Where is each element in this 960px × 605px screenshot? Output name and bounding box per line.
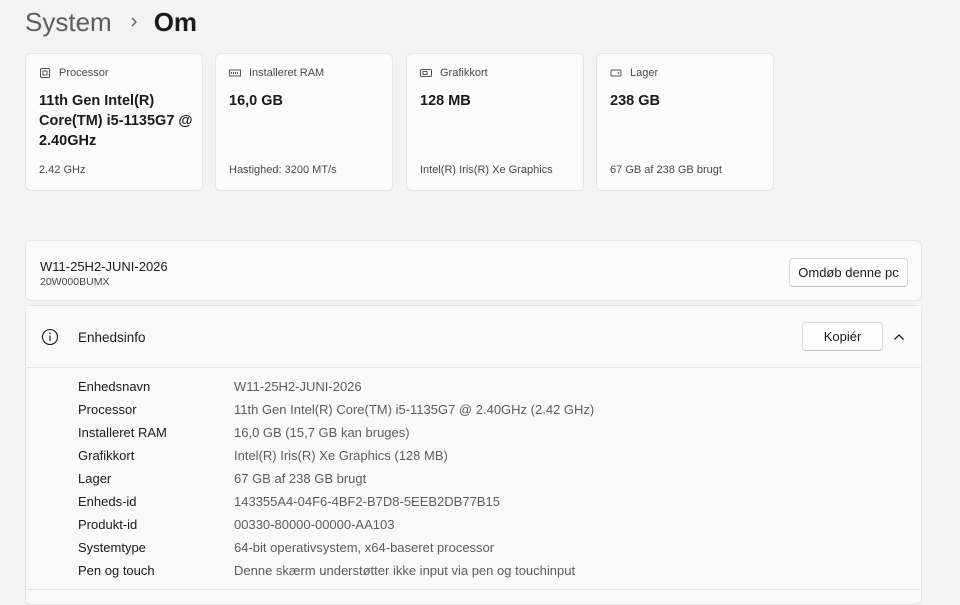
pc-name-card: W11-25H2-JUNI-2026 20W000BUMX Omdøb denn…	[25, 240, 922, 301]
info-row-value: 64-bit operativsystem, x64-baseret proce…	[234, 540, 495, 555]
ram-icon	[229, 67, 241, 79]
spec-card-processor: Processor 11th Gen Intel(R) Core(TM) i5-…	[25, 53, 203, 191]
info-row-value: 11th Gen Intel(R) Core(TM) i5-1135G7 @ 2…	[234, 402, 595, 417]
card-label: Installeret RAM	[249, 67, 325, 79]
pc-model: 20W000BUMX	[40, 276, 110, 288]
info-row-label: Enheds-id	[78, 494, 137, 509]
processor-icon	[39, 67, 51, 79]
info-row-value: Intel(R) Iris(R) Xe Graphics (128 MB)	[234, 448, 448, 463]
graphics-card-icon	[420, 67, 432, 79]
info-row-label: Processor	[78, 402, 137, 417]
card-subtext: Hastighed: 3200 MT/s	[229, 164, 337, 176]
spec-card-graphics: Grafikkort 128 MB Intel(R) Iris(R) Xe Gr…	[406, 53, 584, 191]
info-row-label: Enhedsnavn	[78, 379, 151, 394]
info-row-label: Grafikkort	[78, 448, 135, 463]
section-divider	[25, 589, 922, 590]
card-label: Grafikkort	[440, 67, 488, 79]
card-subtext: Intel(R) Iris(R) Xe Graphics	[420, 164, 553, 176]
spec-card-ram: Installeret RAM 16,0 GB Hastighed: 3200 …	[215, 53, 393, 191]
info-row-label: Installeret RAM	[78, 425, 167, 440]
breadcrumb: System Om	[25, 4, 197, 40]
spec-card-storage: Lager 238 GB 67 GB af 238 GB brugt	[596, 53, 774, 191]
device-info-section: Enhedsinfo Kopiér Enhedsnavn W11-25H2-JU…	[25, 305, 922, 605]
info-row-value: 143355A4-04F6-4BF2-B7D8-5EEB2DB77B15	[234, 494, 500, 509]
storage-icon	[610, 67, 622, 79]
info-row-value: 16,0 GB (15,7 GB kan bruges)	[234, 425, 410, 440]
card-label: Processor	[59, 67, 109, 79]
card-value: 11th Gen Intel(R) Core(TM) i5-1135G7 @ 2…	[39, 93, 193, 149]
card-value: 238 GB	[610, 93, 660, 109]
info-row-value: W11-25H2-JUNI-2026	[234, 379, 362, 394]
info-row-value: 00330-80000-00000-AA103	[234, 517, 395, 532]
card-label: Lager	[630, 67, 659, 79]
info-row-value: Denne skærm understøtter ikke input via …	[234, 563, 576, 578]
info-row-label: Produkt-id	[78, 517, 138, 532]
page-title: Om	[153, 6, 198, 37]
info-row-value: 67 GB af 238 GB brugt	[234, 471, 367, 486]
chevron-up-icon[interactable]	[892, 330, 906, 344]
pc-name: W11-25H2-JUNI-2026	[40, 259, 168, 274]
device-info-title: Enhedsinfo	[78, 330, 146, 345]
info-row-label: Lager	[78, 471, 112, 486]
info-icon	[41, 328, 59, 346]
card-subtext: 2.42 GHz	[39, 164, 86, 176]
chevron-right-icon	[128, 16, 140, 28]
breadcrumb-system-link[interactable]: System	[25, 7, 112, 38]
info-row-label: Pen og touch	[78, 563, 155, 578]
rename-pc-button[interactable]: Omdøb denne pc	[789, 258, 908, 287]
card-value: 16,0 GB	[229, 93, 283, 109]
device-info-header[interactable]: Enhedsinfo Kopiér	[26, 306, 921, 368]
card-subtext: 67 GB af 238 GB brugt	[610, 164, 722, 176]
card-value: 128 MB	[420, 93, 471, 109]
info-row-label: Systemtype	[78, 540, 146, 555]
copy-button[interactable]: Kopiér	[802, 322, 883, 351]
